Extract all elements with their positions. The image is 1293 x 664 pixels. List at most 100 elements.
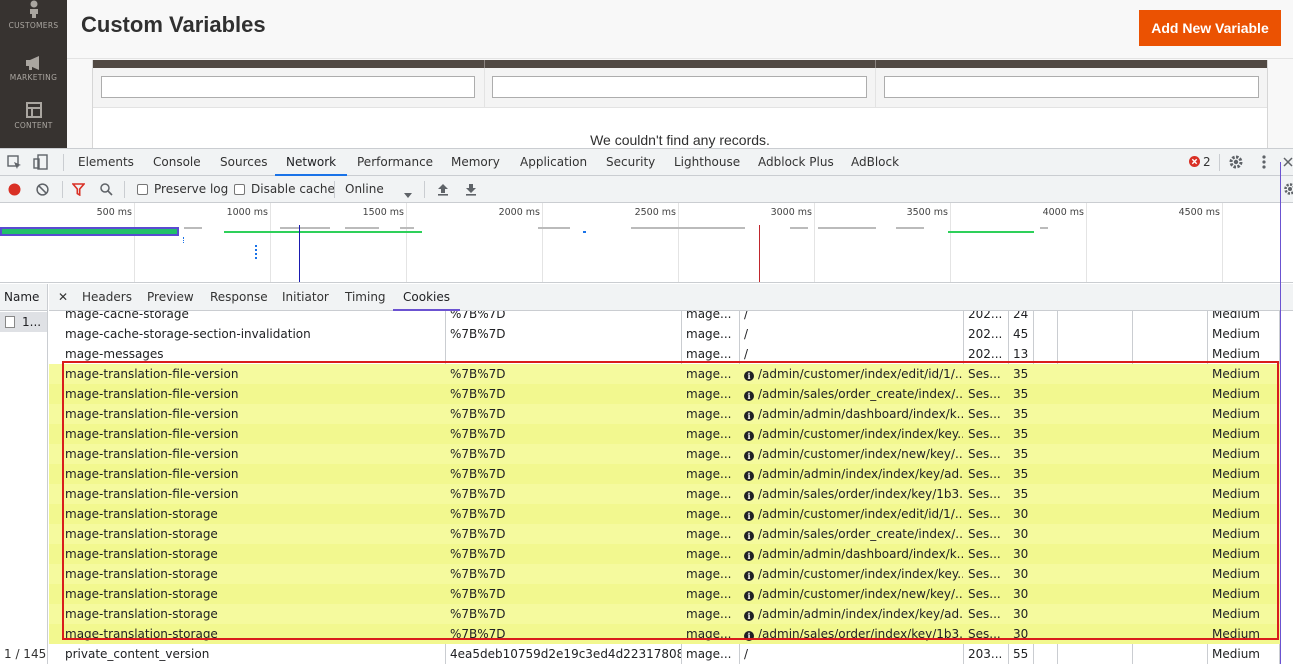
- tab-headers[interactable]: Headers: [82, 284, 132, 311]
- info-icon[interactable]: i: [744, 451, 754, 461]
- export-har-icon[interactable]: [465, 183, 477, 199]
- info-icon[interactable]: i: [744, 431, 754, 441]
- tab-response[interactable]: Response: [210, 284, 268, 311]
- chevron-down-icon[interactable]: [404, 187, 412, 201]
- cookie-row[interactable]: mage-translation-storage %7B%7D mage... i/a…: [49, 544, 1281, 564]
- info-icon[interactable]: i: [744, 531, 754, 541]
- tab-lighthouse[interactable]: Lighthouse: [674, 149, 740, 176]
- magento-admin-page: CUSTOMERS MARKETING CONTENT Custom Varia…: [0, 0, 1293, 148]
- gear-icon[interactable]: [1228, 154, 1244, 173]
- cookie-size-cell: 30: [1009, 604, 1033, 624]
- cookie-size-cell: 35: [1009, 484, 1033, 504]
- cookie-row[interactable]: mage-translation-file-version %7B%7D mage.…: [49, 464, 1281, 484]
- search-icon[interactable]: [100, 183, 113, 199]
- tab-adblock-plus[interactable]: Adblock Plus: [758, 149, 834, 176]
- more-options-icon[interactable]: [1262, 154, 1266, 173]
- tab-memory[interactable]: Memory: [451, 149, 500, 176]
- cell-text: 45: [1013, 327, 1029, 341]
- sidebar-item-content[interactable]: CONTENT: [0, 102, 67, 130]
- cookie-c8-cell: [1058, 404, 1132, 424]
- request-list: Name 1... 1 / 145: [0, 284, 48, 664]
- cookie-row[interactable]: mage-translation-file-version %7B%7D mage.…: [49, 484, 1281, 504]
- cookie-row[interactable]: mage-translation-file-version %7B%7D mage.…: [49, 404, 1281, 424]
- tab-performance[interactable]: Performance: [357, 149, 433, 176]
- cookie-path-cell: i/admin/admin/index/index/key/ad...: [740, 464, 963, 484]
- filter-input-id[interactable]: [101, 76, 475, 98]
- info-icon[interactable]: i: [744, 471, 754, 481]
- close-detail-icon[interactable]: ✕: [58, 284, 68, 311]
- cell-text: mage-translation-file-version: [65, 367, 239, 381]
- cookie-row[interactable]: mage-translation-storage %7B%7D mage... i/a…: [49, 584, 1281, 604]
- inspect-element-icon[interactable]: [7, 155, 22, 173]
- cookie-row[interactable]: private_content_version 4ea5deb10759d2e19…: [49, 644, 1281, 664]
- cell-text: 55: [1013, 647, 1029, 661]
- network-settings-icon[interactable]: [1283, 182, 1293, 199]
- tab-timing[interactable]: Timing: [345, 284, 386, 311]
- info-icon[interactable]: i: [744, 611, 754, 621]
- device-toolbar-icon[interactable]: [33, 154, 48, 173]
- sidebar-item-marketing[interactable]: MARKETING: [0, 56, 67, 82]
- cookie-row[interactable]: mage-messages mage... / 202... 13 Medium: [49, 344, 1281, 364]
- filter-icon[interactable]: [71, 183, 86, 199]
- waterfall-bar: [184, 227, 202, 229]
- cookie-c7-cell: [1034, 364, 1057, 384]
- document-icon: [5, 316, 15, 328]
- clear-icon[interactable]: [36, 183, 49, 199]
- info-icon[interactable]: i: [744, 391, 754, 401]
- cookie-row[interactable]: mage-translation-storage %7B%7D mage... i/a…: [49, 624, 1281, 644]
- tab-security[interactable]: Security: [606, 149, 655, 176]
- cookie-value-cell: %7B%7D: [446, 404, 681, 424]
- tab-sources[interactable]: Sources: [220, 149, 267, 176]
- import-har-icon[interactable]: [437, 183, 449, 199]
- cookie-row[interactable]: mage-translation-file-version %7B%7D mage.…: [49, 364, 1281, 384]
- tab-elements[interactable]: Elements: [78, 149, 134, 176]
- cookie-c8-cell: [1058, 544, 1132, 564]
- info-icon[interactable]: i: [744, 571, 754, 581]
- sidebar-item-customers[interactable]: CUSTOMERS: [0, 0, 67, 30]
- error-icon[interactable]: [1189, 156, 1200, 170]
- tab-cookies[interactable]: Cookies: [393, 284, 460, 311]
- info-icon[interactable]: i: [744, 631, 754, 641]
- empty-message: We couldn't find any records.: [590, 132, 770, 148]
- cookie-name-cell: mage-translation-file-version: [61, 424, 445, 444]
- cookie-size-cell: 35: [1009, 444, 1033, 464]
- request-row-selected[interactable]: 1...: [0, 312, 47, 332]
- cookie-row[interactable]: mage-cache-storage-section-invalidation%…: [49, 324, 1281, 344]
- cookie-row[interactable]: mage-translation-file-version %7B%7D mage.…: [49, 424, 1281, 444]
- name-column-header[interactable]: Name: [0, 284, 47, 311]
- info-icon[interactable]: i: [744, 411, 754, 421]
- error-count[interactable]: 2: [1203, 149, 1211, 176]
- cookie-row[interactable]: mage-translation-storage %7B%7D mage... i/a…: [49, 564, 1281, 584]
- tab-preview[interactable]: Preview: [147, 284, 194, 311]
- info-icon[interactable]: i: [744, 551, 754, 561]
- tab-console[interactable]: Console: [153, 149, 201, 176]
- cookie-row[interactable]: mage-translation-file-version %7B%7D mage.…: [49, 444, 1281, 464]
- info-icon[interactable]: i: [744, 511, 754, 521]
- cookie-row[interactable]: mage-translation-storage %7B%7D mage... i/a…: [49, 504, 1281, 524]
- tab-application[interactable]: Application: [520, 149, 587, 176]
- cookie-c7-cell: [1034, 444, 1057, 464]
- cookie-row[interactable]: mage-translation-storage %7B%7D mage... i/a…: [49, 524, 1281, 544]
- cookie-value-cell: %7B%7D: [446, 384, 681, 404]
- tab-adblock[interactable]: AdBlock: [851, 149, 899, 176]
- cookie-row[interactable]: mage-translation-storage %7B%7D mage... i/a…: [49, 604, 1281, 624]
- info-icon[interactable]: i: [744, 371, 754, 381]
- cookie-row[interactable]: mage-cache-storage %7B%7D mage... / 202... 24…: [49, 311, 1281, 324]
- close-devtools-icon[interactable]: [1283, 156, 1293, 170]
- disable-cache-label: Disable cache: [251, 182, 335, 196]
- throttling-select[interactable]: Online: [345, 176, 384, 203]
- cookie-value-cell: [446, 344, 681, 364]
- tab-initiator[interactable]: Initiator: [282, 284, 329, 311]
- preserve-log-checkbox[interactable]: [137, 184, 148, 195]
- add-new-variable-button[interactable]: Add New Variable: [1139, 10, 1281, 46]
- info-icon[interactable]: i: [744, 591, 754, 601]
- cookie-row[interactable]: mage-translation-file-version %7B%7D mage.…: [49, 384, 1281, 404]
- record-icon[interactable]: [8, 183, 21, 199]
- timeline-tick-label: 1500 ms: [362, 207, 404, 218]
- info-icon[interactable]: i: [744, 491, 754, 501]
- filter-input-code[interactable]: [492, 76, 867, 98]
- cookie-value-cell: 4ea5deb10759d2e19c3ed4d22317808a: [446, 644, 681, 664]
- disable-cache-checkbox[interactable]: [234, 184, 245, 195]
- filter-input-name[interactable]: [884, 76, 1259, 98]
- tab-network[interactable]: Network: [275, 149, 348, 176]
